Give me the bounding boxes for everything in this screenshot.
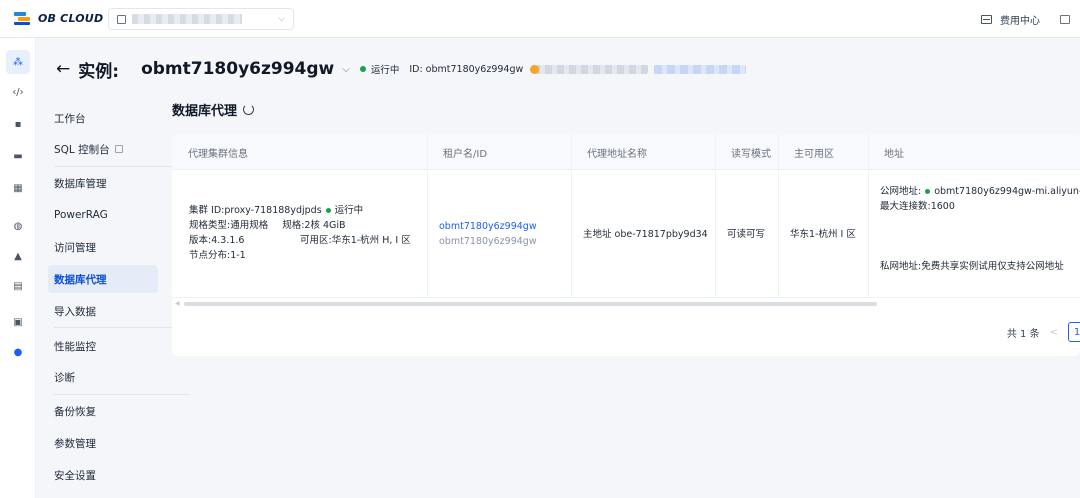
icon-rail: ⁂ ‹/› ▪ ▬ ▦ ◍ ▲ ▤ ▣ ●: [0, 38, 36, 498]
bulb-icon[interactable]: ●: [6, 340, 30, 364]
version: 版本:4.3.1.6: [189, 235, 245, 246]
redacted-info: [530, 64, 649, 74]
logo-text: OB CLOUD: [38, 11, 104, 25]
page-title-label: 实例:: [78, 61, 120, 82]
building-icon: [117, 14, 126, 24]
scrollbar-thumb[interactable]: [184, 302, 877, 306]
column-header: 读写模式: [731, 148, 771, 160]
table-header: 代理集群信息 租户名/ID 代理地址名称 读写模式 主可用区 地址: [172, 134, 1080, 170]
nav-database-proxy[interactable]: 数据库代理: [48, 265, 158, 293]
grid-icon[interactable]: ▦: [6, 176, 30, 200]
instance-status: 运行中: [370, 65, 400, 76]
instance-name: obmt7180y6z994gw: [141, 59, 335, 79]
spec: 规格:2核 4GiB: [282, 220, 346, 231]
spec-type: 规格类型:通用规格: [189, 220, 269, 231]
top-bar: OB CLOUD ⌵ 费用中心: [0, 0, 1080, 38]
billing-icon: [981, 15, 992, 24]
nav-powerrag[interactable]: PowerRAG: [48, 201, 158, 229]
column-header: 租户名/ID: [443, 148, 488, 160]
instance-header: ← 实例: obmt7180y6z994gw ⌵ 运行中 ID: obmt718…: [56, 54, 747, 84]
status-dot-icon: [325, 207, 331, 213]
tenant-name-link[interactable]: obmt7180y6z994gw: [439, 219, 537, 234]
page-number-button[interactable]: 1: [1068, 322, 1080, 342]
max-connections: 最大连接数:1600: [880, 201, 955, 212]
logo[interactable]: OB CLOUD: [14, 11, 103, 25]
nav-parameter-management[interactable]: 参数管理: [48, 429, 158, 457]
rw-mode: 可读可写: [727, 229, 766, 240]
server-icon[interactable]: ▬: [6, 144, 30, 168]
instance-sidebar: 工作台 SQL 控制台 数据库管理 PowerRAG 访问管理 数据库代理 导入…: [36, 38, 190, 498]
public-address[interactable]: obmt7180y6z994gw-mi.aliyun-: [934, 186, 1080, 197]
workspace-selector[interactable]: ⌵: [108, 8, 294, 30]
cluster-status: 运行中: [334, 205, 364, 216]
column-divider: [427, 134, 428, 297]
cluster-icon[interactable]: ⁂: [6, 50, 30, 74]
redacted-info: [654, 64, 747, 74]
column-header: 代理集群信息: [188, 148, 248, 160]
nav-backup-restore[interactable]: 备份恢复: [48, 397, 158, 425]
nav-divider: [54, 166, 190, 167]
back-arrow-icon[interactable]: ←: [56, 59, 70, 79]
primary-zone: 华东1-杭州 I 区: [790, 229, 856, 240]
column-header: 主可用区: [794, 148, 834, 160]
alert-icon[interactable]: ▲: [6, 244, 30, 268]
billing-center-link[interactable]: 费用中心: [1000, 12, 1040, 27]
column-divider: [778, 134, 779, 297]
logo-mark-icon: [14, 11, 34, 25]
nav-security-settings[interactable]: 安全设置: [48, 461, 158, 489]
message-icon[interactable]: [1060, 15, 1070, 24]
external-link-icon: [114, 145, 123, 153]
instance-id: ID: obmt7180y6z994gw: [409, 63, 524, 75]
globe-icon[interactable]: ◍: [6, 214, 30, 238]
nav-performance-monitoring[interactable]: 性能监控: [48, 332, 158, 360]
refresh-icon[interactable]: [243, 104, 255, 115]
chevron-down-icon: ⌵: [278, 14, 285, 24]
chevron-down-icon[interactable]: ⌵: [342, 64, 350, 75]
proxy-address-name: 主地址 obe-71817pby9d34: [583, 229, 708, 240]
column-header: 代理地址名称: [587, 148, 647, 160]
private-address: 私网地址:免费共享实例试用仅支持公网地址: [880, 261, 1064, 272]
status-dot-icon: [359, 66, 366, 72]
video-icon[interactable]: ▣: [6, 310, 30, 334]
nav-workbench[interactable]: 工作台: [48, 104, 158, 132]
column-header: 地址: [884, 148, 904, 160]
column-divider: [571, 134, 572, 297]
zone: 可用区:华东1-杭州 H, I 区: [300, 235, 411, 246]
total-count: 共 1 条: [1006, 328, 1040, 340]
status-dot-icon: [925, 188, 931, 194]
cluster-info-cell: 集群 ID:proxy-718188ydjpds 运行中 规格类型:通用规格 规格:…: [189, 203, 411, 263]
doc-icon[interactable]: ▤: [6, 274, 30, 298]
tenant-cell: obmt7180y6z994gw obmt7180y6z994gw: [439, 219, 537, 249]
proxy-table-card: 代理集群信息 租户名/ID 代理地址名称 读写模式 主可用区 地址 集群 ID:…: [172, 134, 1080, 356]
nav-access-management[interactable]: 访问管理: [48, 233, 158, 261]
row-divider: [172, 297, 1080, 298]
code-icon[interactable]: ‹/›: [6, 80, 30, 104]
prev-page-button[interactable]: <: [1050, 327, 1058, 338]
scroll-left-icon[interactable]: ◀: [175, 300, 180, 307]
column-divider: [715, 134, 716, 297]
horizontal-scrollbar[interactable]: ◀: [172, 300, 1080, 308]
nav-divider: [54, 327, 190, 328]
node-distribution: 节点分布:1-1: [189, 250, 246, 261]
cluster-id: 集群 ID:proxy-718188ydjpds: [189, 205, 322, 216]
pagination: 共 1 条 < 1: [1007, 322, 1080, 342]
section-title: 数据库代理: [172, 100, 255, 119]
public-address-label: 公网地址:: [880, 186, 922, 197]
nav-import-data[interactable]: 导入数据: [48, 297, 158, 325]
tenant-id: obmt7180y6z994gw: [439, 236, 537, 247]
address-cell: 公网地址: obmt7180y6z994gw-mi.aliyun- 最大连接数:1…: [880, 184, 1080, 214]
column-divider: [868, 134, 869, 297]
storage-icon[interactable]: ▪: [6, 112, 30, 136]
workspace-name-redacted: [132, 14, 242, 24]
nav-diagnosis[interactable]: 诊断: [48, 363, 158, 391]
nav-sql-console[interactable]: SQL 控制台: [48, 135, 158, 163]
nav-divider: [54, 394, 190, 395]
nav-database-management[interactable]: 数据库管理: [48, 169, 158, 197]
